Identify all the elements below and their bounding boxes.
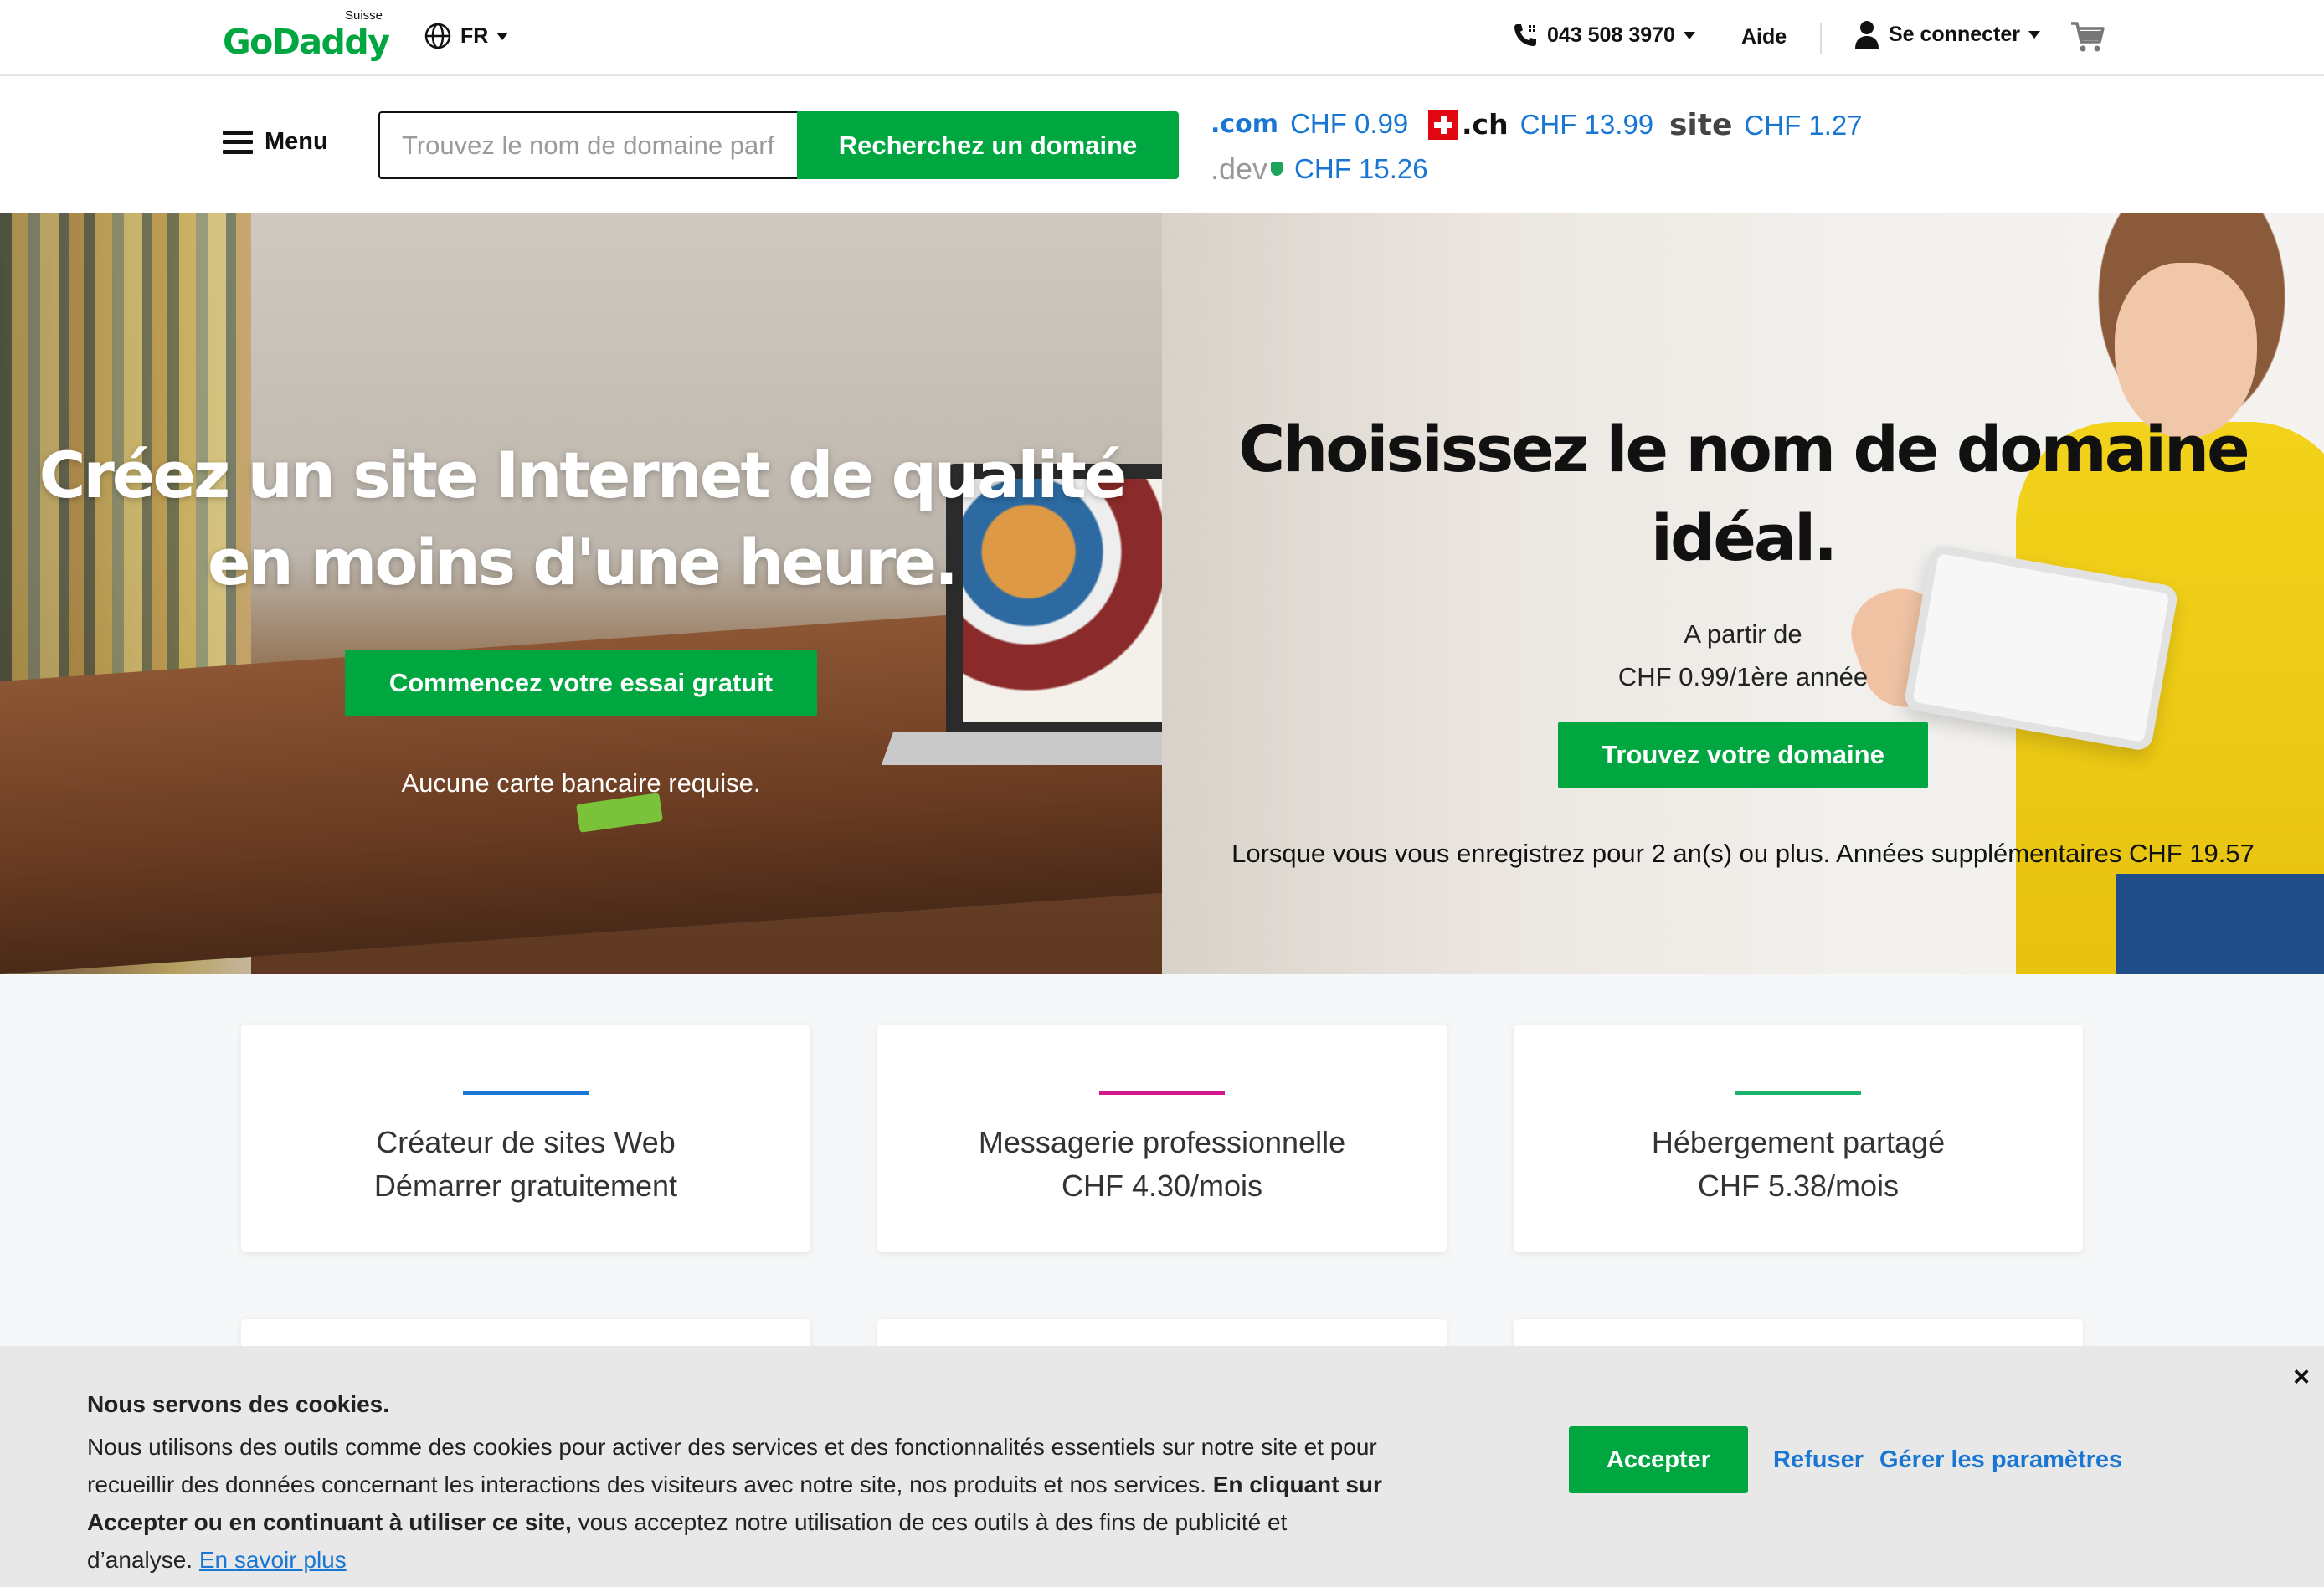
card-accent-bar: [463, 1091, 589, 1095]
tld-com[interactable]: .com CHF 0.99: [1211, 108, 1408, 140]
tld-price: CHF 13.99: [1519, 108, 1654, 140]
hero-right-title: Choisissez le nom de domaine idéal.: [1238, 412, 2249, 575]
tld-name: site: [1669, 108, 1733, 142]
hero-photo-laptop-base: [881, 732, 1162, 765]
hero-website-builder: Créez un site Internet de qualité en moi…: [0, 213, 1162, 974]
user-icon: [1855, 21, 1879, 49]
menu-button[interactable]: Menu: [223, 128, 328, 156]
card-website-builder[interactable]: Créateur de sites Web Démarrer gratuitem…: [241, 1025, 810, 1252]
top-utility-bar: GoDaddy Suisse FR 043 508 3970 Aide Se c…: [0, 0, 2324, 76]
signin-button[interactable]: Se connecter: [1854, 20, 2041, 49]
phone-selector[interactable]: 043 508 3970: [1512, 22, 1695, 49]
tld-site[interactable]: site CHF 1.27: [1669, 108, 1863, 142]
phone-number: 043 508 3970: [1547, 23, 1675, 47]
hamburger-icon: [223, 130, 253, 154]
cookie-text: Nous utilisons des outils comme des cook…: [87, 1428, 1393, 1579]
help-link[interactable]: Aide: [1741, 25, 1787, 49]
card-accent-bar: [1099, 1091, 1225, 1095]
card-subtitle: Démarrer gratuitement: [373, 1168, 678, 1203]
domain-pricing-note: Lorsque vous vous enregistrez pour 2 an(…: [1231, 839, 2255, 868]
divider: [1820, 23, 1822, 54]
card-title: Hébergement partagé: [1651, 1125, 1946, 1159]
card-title: Messagerie professionnelle: [978, 1125, 1346, 1159]
search-domain-button[interactable]: Recherchez un domaine: [797, 111, 1179, 179]
card-subtitle: CHF 4.30/mois: [1061, 1168, 1263, 1203]
menu-label: Menu: [265, 128, 328, 155]
start-free-trial-button[interactable]: Commencez votre essai gratuit: [345, 650, 817, 716]
card-subtitle: CHF 5.38/mois: [1697, 1168, 1900, 1203]
tld-name: .ch: [1462, 108, 1509, 141]
cart-icon[interactable]: [2069, 20, 2105, 54]
cookie-banner: × Nous servons des cookies. Nous utiliso…: [0, 1346, 2324, 1587]
accept-cookies-button[interactable]: Accepter: [1569, 1426, 1748, 1493]
tld-dev[interactable]: .dev CHF 15.26: [1211, 152, 1428, 187]
tld-price: CHF 0.99: [1290, 108, 1409, 139]
starting-price-label: A partir de: [1684, 619, 1802, 649]
hero-photo-person-pants: [2116, 874, 2324, 974]
card-title: Créateur de sites Web: [376, 1125, 676, 1159]
logo-country: Suisse: [345, 8, 383, 23]
tld-ch[interactable]: .ch CHF 13.99: [1428, 108, 1653, 141]
language-selector[interactable]: FR: [424, 22, 509, 50]
close-icon[interactable]: ×: [2287, 1363, 2316, 1391]
hero-left-title: Créez un site Internet de qualité en moi…: [39, 438, 1128, 599]
find-domain-button[interactable]: Trouvez votre domaine: [1558, 722, 1928, 788]
godaddy-logo[interactable]: GoDaddy Suisse: [223, 8, 390, 64]
domain-search-bar: Menu Recherchez un domaine .com CHF 0.99…: [0, 76, 2324, 213]
card-shared-hosting[interactable]: Hébergement partagé CHF 5.38/mois: [1514, 1025, 2083, 1252]
chevron-down-icon: [1683, 31, 1695, 39]
chevron-down-icon: [496, 32, 509, 40]
starting-price-value: CHF 0.99/1ère année: [1617, 662, 1869, 691]
cookie-text-intro: Nous utilisons des outils comme des cook…: [87, 1434, 1377, 1497]
tld-price: CHF 1.27: [1744, 109, 1863, 141]
logo-wordmark: GoDaddy: [223, 22, 390, 62]
phone-icon: [1514, 24, 1536, 46]
tld-name: .com: [1211, 109, 1279, 139]
starting-price: A partir de CHF 0.99/1ère année: [1162, 613, 2324, 698]
learn-more-link[interactable]: En savoir plus: [199, 1547, 347, 1573]
domain-search-input[interactable]: [378, 111, 797, 179]
cookie-title: Nous servons des cookies.: [87, 1391, 390, 1417]
language-label: FR: [460, 23, 489, 48]
shield-icon: [1271, 162, 1283, 176]
card-accent-bar: [1735, 1091, 1861, 1095]
refuse-cookies-link[interactable]: Refuser: [1773, 1446, 1864, 1474]
signin-label: Se connecter: [1889, 22, 2021, 46]
tld-name: .dev: [1211, 152, 1268, 186]
hero-domain: Choisissez le nom de domaine idéal. A pa…: [1162, 213, 2324, 974]
tld-price: CHF 15.26: [1294, 153, 1428, 184]
no-card-note: Aucune carte bancaire requise.: [401, 768, 761, 798]
card-professional-email[interactable]: Messagerie professionnelle CHF 4.30/mois: [877, 1025, 1447, 1252]
manage-settings-link[interactable]: Gérer les paramètres: [1879, 1446, 2122, 1474]
chevron-down-icon: [2028, 30, 2041, 39]
swiss-flag-icon: [1428, 109, 1458, 140]
globe-icon: [424, 23, 451, 49]
